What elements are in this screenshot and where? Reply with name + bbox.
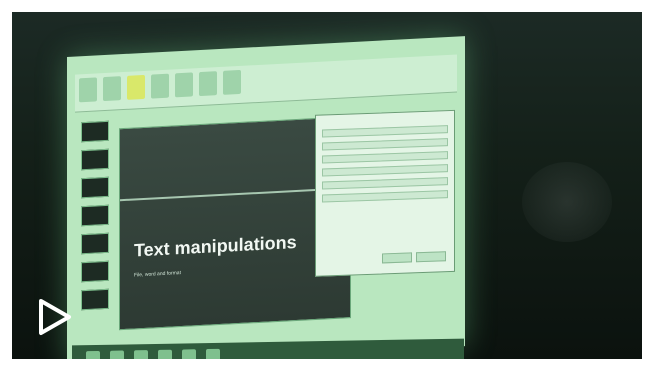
slide-thumbnail [81, 288, 109, 311]
slide-thumbnails [81, 120, 109, 347]
dialog-field [322, 151, 448, 164]
dialog-ok-button [382, 252, 412, 264]
dialog-cancel-button [416, 251, 446, 263]
dialog-field [322, 190, 448, 203]
slide-title: Text manipulations [134, 231, 297, 261]
ribbon-button [127, 74, 145, 100]
photo: Text manipulations File, word and format [12, 12, 642, 359]
dialog-field [322, 125, 448, 138]
ribbon [75, 54, 457, 113]
taskbar-icon [110, 350, 124, 359]
taskbar-icon [86, 350, 100, 359]
ribbon-button [103, 76, 121, 102]
taskbar-icon [158, 349, 172, 359]
ribbon-button [223, 69, 241, 95]
ribbon-button [79, 77, 97, 103]
slide-thumbnail [81, 176, 109, 199]
dialog-field [322, 177, 448, 190]
play-icon[interactable] [38, 298, 72, 336]
dialog-field [322, 164, 448, 177]
ribbon-button [175, 72, 193, 98]
taskbar-icon [134, 350, 148, 359]
slide-subtitle: File, word and format [134, 270, 181, 279]
slide-thumbnail [81, 260, 109, 283]
ribbon-button [151, 73, 169, 99]
slide-thumbnail [81, 204, 109, 227]
taskbar-icon [206, 348, 220, 359]
slide-thumbnail [81, 120, 109, 143]
font-dialog [315, 109, 455, 277]
taskbar-icon [182, 349, 196, 359]
slide-thumbnail [81, 232, 109, 255]
projection-screen: Text manipulations File, word and format [67, 36, 465, 359]
ribbon-button [199, 71, 217, 97]
dialog-field [322, 138, 448, 151]
slide-thumbnail [81, 148, 109, 171]
